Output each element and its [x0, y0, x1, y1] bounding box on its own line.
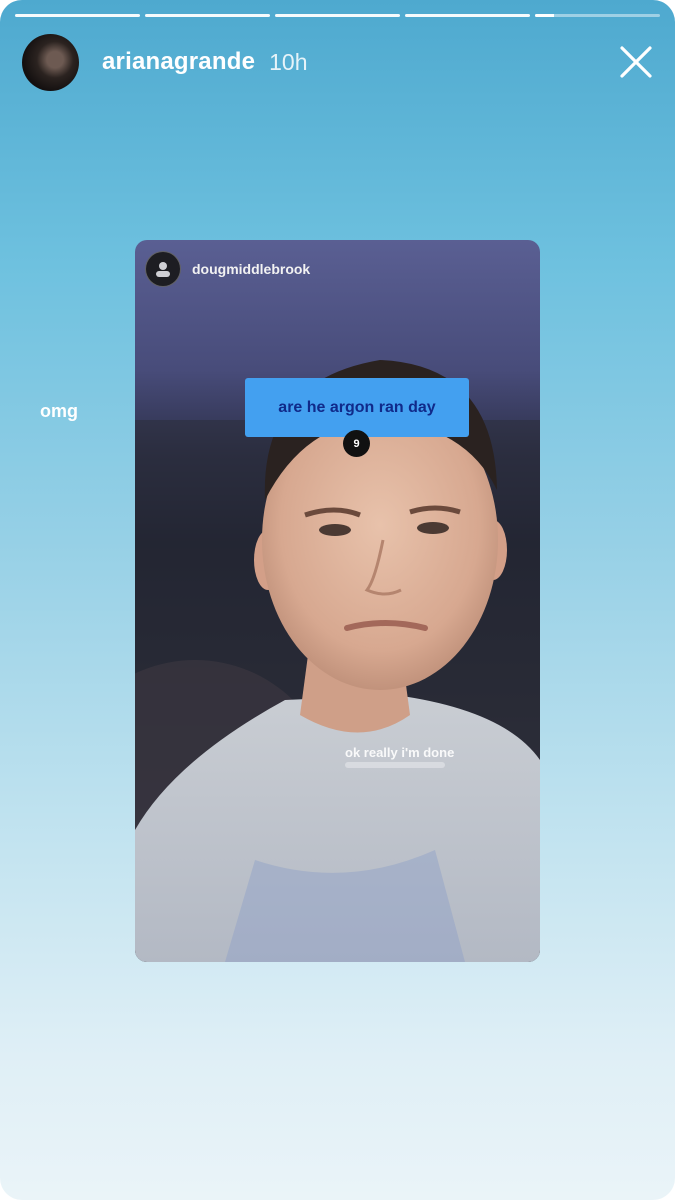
- person-icon: [156, 262, 170, 277]
- progress-segment-current: [535, 14, 660, 17]
- reshared-story-card[interactable]: dougmiddlebrook are he argon ran day 9 o…: [135, 240, 540, 962]
- progress-segment: [145, 14, 270, 17]
- caption-subline: [345, 762, 445, 768]
- video-frame-image: [135, 360, 540, 962]
- story-viewer: arianagrande 10h omg dougmiddlebrook are…: [0, 0, 675, 1200]
- reshared-story-header[interactable]: dougmiddlebrook: [145, 251, 310, 287]
- question-sticker: are he argon ran day: [245, 378, 469, 437]
- timestamp: 10h: [269, 48, 308, 75]
- avatar[interactable]: [22, 33, 79, 91]
- question-count-badge: 9: [343, 430, 370, 457]
- progress-segment: [15, 14, 140, 17]
- avatar[interactable]: [145, 251, 181, 287]
- question-sticker-text: are he argon ran day: [278, 398, 436, 416]
- username[interactable]: arianagrande: [102, 48, 255, 76]
- story-text-sticker: omg: [40, 401, 78, 421]
- reshared-username[interactable]: dougmiddlebrook: [192, 261, 310, 277]
- progress-segment: [275, 14, 400, 17]
- video-caption: ok really i'm done: [345, 745, 455, 760]
- story-header: arianagrande 10h: [22, 33, 655, 91]
- story-progress-bar: [15, 14, 660, 17]
- progress-segment: [405, 14, 530, 17]
- close-icon[interactable]: [617, 43, 655, 81]
